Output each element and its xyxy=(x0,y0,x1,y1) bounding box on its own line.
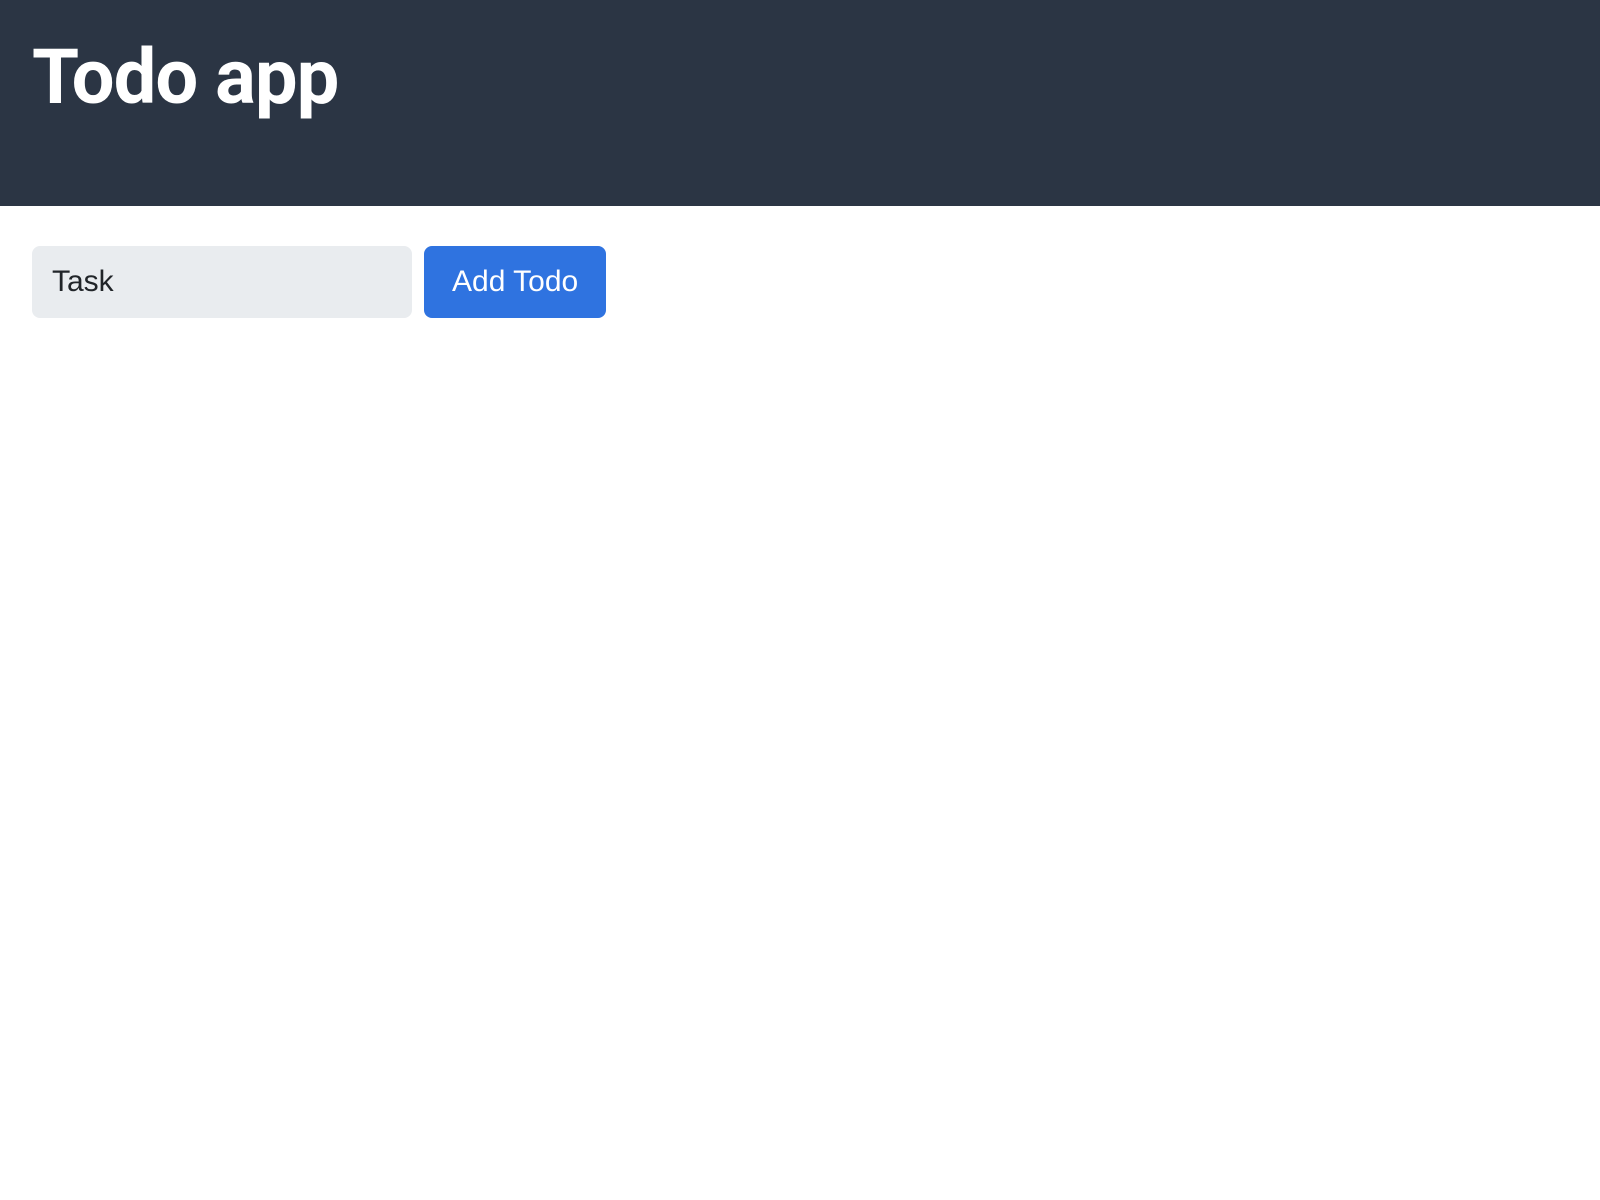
app-title: Todo app xyxy=(32,32,1568,122)
task-input[interactable] xyxy=(32,246,412,318)
todo-form: Add Todo xyxy=(0,206,1600,358)
app-header: Todo app xyxy=(0,0,1600,206)
add-todo-button[interactable]: Add Todo xyxy=(424,246,606,318)
